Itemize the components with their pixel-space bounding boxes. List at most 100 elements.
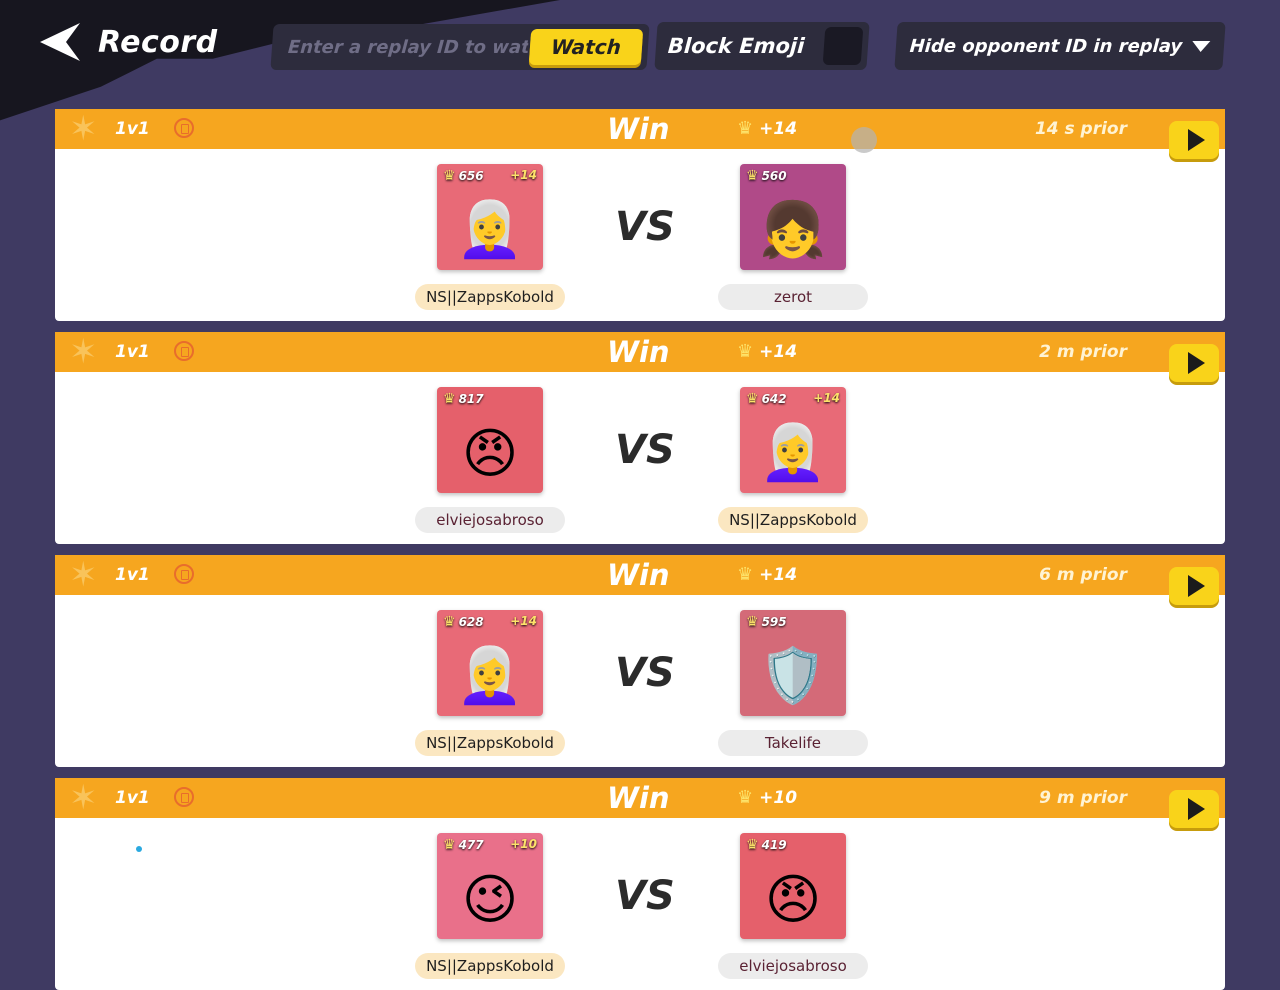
trophy-delta: ♛ +14 — [737, 109, 797, 149]
avatar[interactable]: 😠 ♛ 817 — [437, 387, 543, 493]
player-left[interactable]: 👩‍🦳 ♛ 628 +14 NS||ZappsKobold — [414, 610, 566, 756]
versus-label: VS — [615, 204, 675, 250]
copy-replay-id-icon[interactable] — [174, 118, 194, 138]
page-title: Record — [98, 24, 218, 60]
avatar[interactable]: 👩‍🦳 ♛ 642 +14 — [740, 387, 846, 493]
copy-replay-id-icon[interactable] — [174, 787, 194, 807]
match-mode: 1v1 — [115, 565, 150, 585]
copy-replay-id-icon[interactable] — [174, 564, 194, 584]
crown-icon: ♛ — [737, 564, 754, 585]
match-mode: 1v1 — [115, 788, 150, 808]
record-card: ✶ 1v1 Win ♛ +14 14 s prior 👩‍🦳 ♛ 656 +14… — [55, 109, 1225, 321]
chevron-down-icon — [1191, 40, 1211, 52]
player-name: NS||ZappsKobold — [415, 730, 565, 756]
watch-button[interactable]: Watch — [528, 29, 644, 65]
match-result: Win — [607, 781, 670, 815]
score-value: 595 — [761, 615, 787, 629]
play-replay-button[interactable] — [1169, 121, 1219, 159]
crown-icon: ♛ — [443, 837, 456, 853]
avatar[interactable]: 🛡️ ♛ 595 — [740, 610, 846, 716]
star-burst-icon: ✶ — [69, 555, 98, 595]
player-name: zerot — [718, 284, 868, 310]
player-name: NS||ZappsKobold — [415, 953, 565, 979]
trophy-delta-value: +10 — [759, 788, 798, 808]
avatar[interactable]: 😠 ♛ 419 — [740, 833, 846, 939]
play-replay-button[interactable] — [1169, 790, 1219, 828]
block-emoji-toggle[interactable] — [822, 27, 864, 65]
touch-indicator — [851, 127, 877, 153]
crown-icon: ♛ — [737, 118, 754, 139]
avatar[interactable]: 😉 ♛ 477 +10 — [437, 833, 543, 939]
trophy-score: ♛ 817 — [443, 391, 484, 407]
hero-portrait-icon: 😠 — [764, 867, 822, 931]
hero-portrait-icon: 🛡️ — [759, 644, 827, 707]
hide-opponent-label: Hide opponent ID in replay — [909, 35, 1183, 57]
player-name: NS||ZappsKobold — [415, 284, 565, 310]
player-right[interactable]: 👧 ♛ 560 zerot — [717, 164, 869, 310]
trophy-delta-value: +14 — [759, 119, 798, 139]
player-left[interactable]: 😉 ♛ 477 +10 NS||ZappsKobold — [414, 833, 566, 979]
record-header: ✶ 1v1 Win ♛ +14 2 m prior — [55, 332, 1225, 382]
player-name: elviejosabroso — [718, 953, 868, 979]
versus-label: VS — [615, 427, 675, 473]
score-value: 628 — [458, 615, 484, 629]
score-gain: +14 — [510, 168, 537, 182]
crown-icon: ♛ — [746, 168, 759, 184]
score-value: 656 — [458, 169, 484, 183]
hero-portrait-icon: 😠 — [461, 421, 519, 485]
trophy-score: ♛ 477 — [443, 837, 484, 853]
avatar[interactable]: 👩‍🦳 ♛ 656 +14 — [437, 164, 543, 270]
star-burst-icon: ✶ — [69, 778, 98, 818]
trophy-score: ♛ 656 — [443, 168, 484, 184]
match-mode: 1v1 — [115, 119, 150, 139]
copy-replay-id-icon[interactable] — [174, 341, 194, 361]
versus-label: VS — [615, 650, 675, 696]
replay-id-input[interactable] — [285, 35, 531, 59]
player-left[interactable]: 😠 ♛ 817 elviejosabroso — [414, 387, 566, 533]
match-time: 14 s prior — [1034, 119, 1127, 139]
match-result: Win — [607, 112, 670, 146]
score-gain: +10 — [510, 837, 537, 851]
score-value: 642 — [761, 392, 787, 406]
trophy-delta: ♛ +14 — [737, 332, 797, 372]
score-value: 477 — [458, 838, 484, 852]
score-value: 817 — [458, 392, 484, 406]
trophy-delta-value: +14 — [759, 342, 798, 362]
player-right[interactable]: 👩‍🦳 ♛ 642 +14 NS||ZappsKobold — [717, 387, 869, 533]
record-card: ✶ 1v1 Win ♛ +14 6 m prior 👩‍🦳 ♛ 628 +14 … — [55, 555, 1225, 767]
record-card: ✶ 1v1 Win ♛ +14 2 m prior 😠 ♛ 817 elviej… — [55, 332, 1225, 544]
hero-portrait-icon: 👩‍🦳 — [759, 421, 827, 484]
trophy-score: ♛ 642 — [746, 391, 787, 407]
hero-portrait-icon: 😉 — [461, 867, 519, 931]
crown-icon: ♛ — [746, 614, 759, 630]
back-button[interactable]: Record — [36, 18, 218, 66]
player-right[interactable]: 🛡️ ♛ 595 Takelife — [717, 610, 869, 756]
record-header: ✶ 1v1 Win ♛ +10 9 m prior — [55, 778, 1225, 828]
play-replay-button[interactable] — [1169, 567, 1219, 605]
crown-icon: ♛ — [443, 391, 456, 407]
player-left[interactable]: 👩‍🦳 ♛ 656 +14 NS||ZappsKobold — [414, 164, 566, 310]
score-value: 560 — [761, 169, 787, 183]
block-emoji-setting: Block Emoji — [654, 22, 870, 70]
score-value: 419 — [761, 838, 787, 852]
score-gain: +14 — [813, 391, 840, 405]
hero-portrait-icon: 👩‍🦳 — [456, 644, 524, 707]
trophy-delta: ♛ +10 — [737, 778, 797, 818]
trophy-score: ♛ 560 — [746, 168, 787, 184]
avatar[interactable]: 👩‍🦳 ♛ 628 +14 — [437, 610, 543, 716]
play-replay-button[interactable] — [1169, 344, 1219, 382]
crown-icon: ♛ — [737, 787, 754, 808]
match-result: Win — [607, 558, 670, 592]
match-result: Win — [607, 335, 670, 369]
record-header: ✶ 1v1 Win ♛ +14 14 s prior — [55, 109, 1225, 159]
match-time: 2 m prior — [1039, 342, 1127, 362]
avatar[interactable]: 👧 ♛ 560 — [740, 164, 846, 270]
player-name: Takelife — [718, 730, 868, 756]
match-time: 6 m prior — [1039, 565, 1127, 585]
hide-opponent-dropdown[interactable]: Hide opponent ID in replay — [894, 22, 1226, 70]
crown-icon: ♛ — [443, 614, 456, 630]
player-right[interactable]: 😠 ♛ 419 elviejosabroso — [717, 833, 869, 979]
player-name: elviejosabroso — [415, 507, 565, 533]
trophy-delta-value: +14 — [759, 565, 798, 585]
trophy-delta: ♛ +14 — [737, 555, 797, 595]
